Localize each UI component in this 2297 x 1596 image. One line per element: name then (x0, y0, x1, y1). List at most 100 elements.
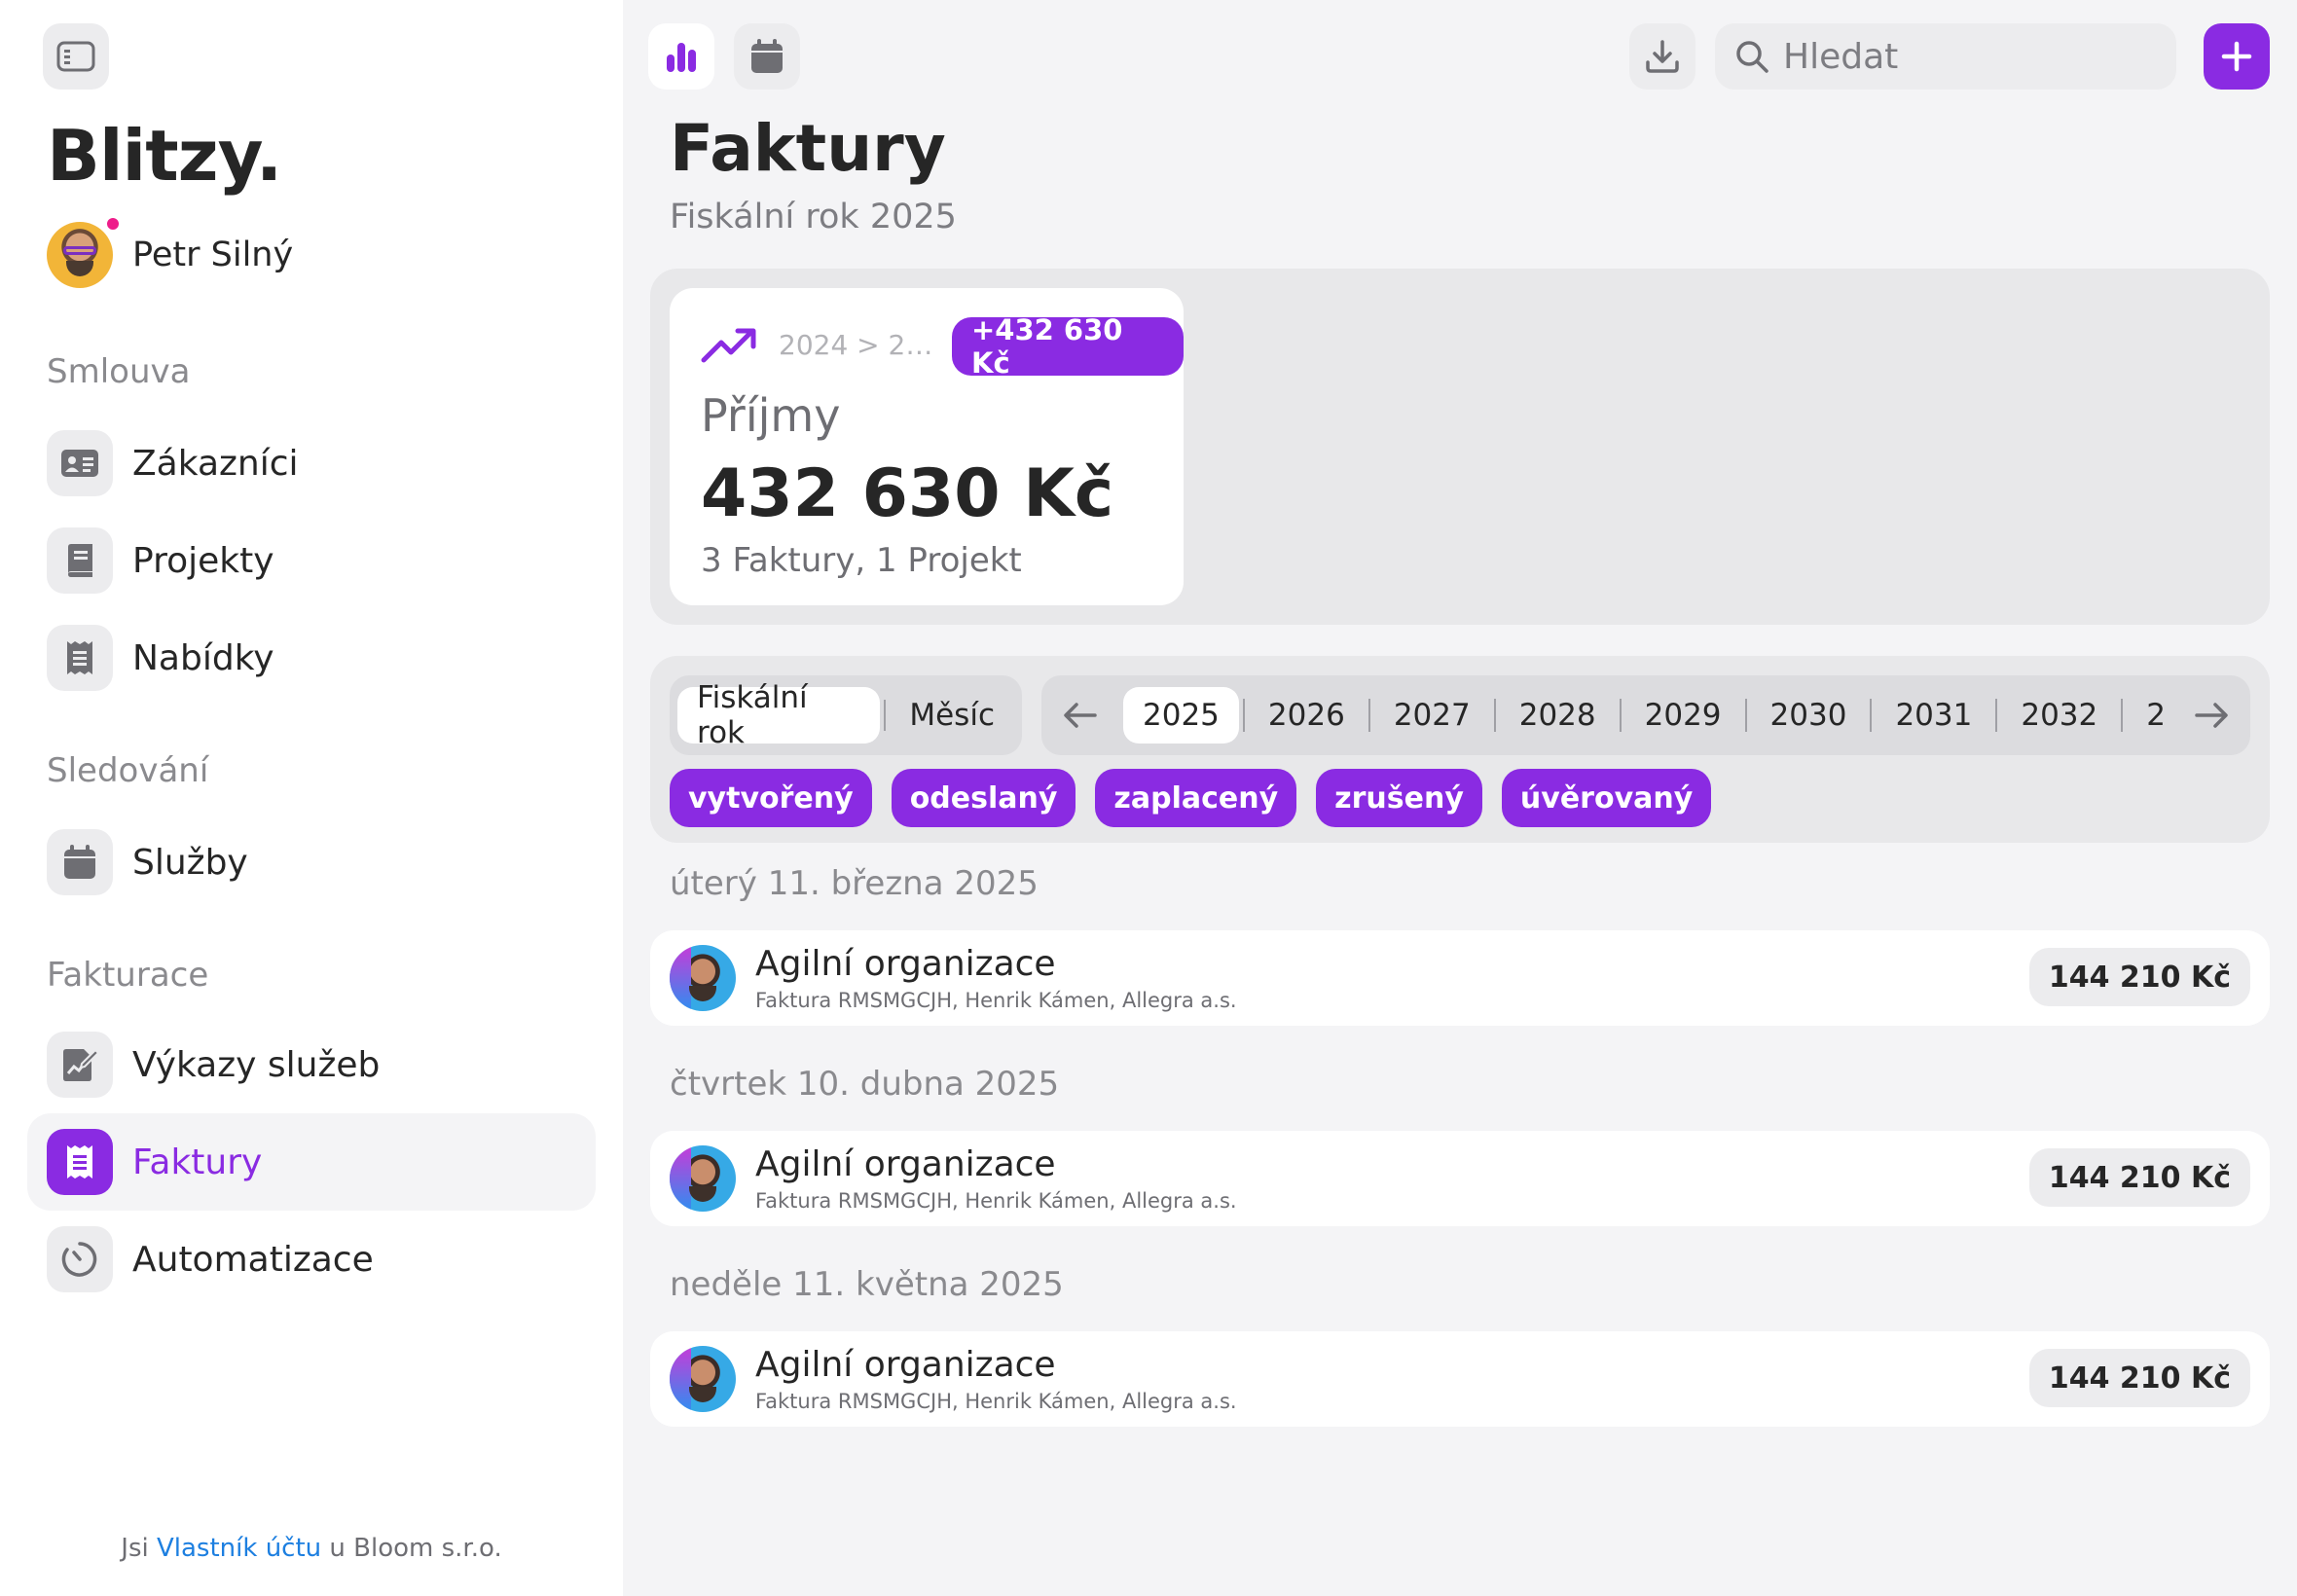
bar-chart-icon (667, 43, 696, 72)
year-option[interactable]: 2031 (1876, 687, 1991, 744)
section-title-fakturace: Fakturace (47, 956, 209, 995)
account-role-link[interactable]: Vlastník účtu (157, 1534, 321, 1563)
sidebar-item-label: Nabídky (132, 637, 274, 678)
divider (1744, 699, 1747, 732)
year-prev-button[interactable] (1063, 675, 1098, 755)
divider (1242, 699, 1245, 732)
contact-card-icon (61, 450, 98, 477)
status-filter-chips: vytvořený odeslaný zaplacený zrušený úvě… (670, 769, 1731, 827)
sidebar-item-nabidky[interactable]: Nabídky (27, 609, 596, 707)
user-profile[interactable]: Petr Silný (47, 222, 293, 288)
invoice-subtitle: Faktura RMSMGCJH, Henrik Kámen, Allegra … (755, 1189, 1237, 1213)
status-chip-zaplaceny[interactable]: zaplacený (1095, 769, 1297, 827)
date-header: úterý 11. března 2025 (670, 864, 1039, 903)
stat-value: 432 630 Kč (701, 455, 1114, 532)
period-segmented-control: Fiskální rok Měsíc (670, 675, 1022, 755)
year-option[interactable]: 2025 (1123, 687, 1239, 744)
brand-logo: Blitzy. (47, 115, 282, 197)
stats-panel: 2024 > 2… +432 630 Kč Příjmy 432 630 Kč … (650, 269, 2270, 625)
edit-report-icon (63, 1048, 99, 1081)
year-option[interactable]: 2028 (1500, 687, 1616, 744)
invoice-amount: 144 210 Kč (2028, 1148, 2250, 1207)
status-chip-uverovany[interactable]: úvěrovaný (1501, 769, 1712, 827)
sidebar-toggle-icon (56, 41, 95, 72)
sidebar-item-faktury[interactable]: Faktury (27, 1113, 596, 1211)
sidebar-item-label: Služby (132, 842, 248, 883)
revenue-card[interactable]: 2024 > 2… +432 630 Kč Příjmy 432 630 Kč … (670, 288, 1184, 605)
period-option-fiscal-year[interactable]: Fiskální rok (677, 680, 881, 750)
divider (1619, 699, 1622, 732)
arrow-right-icon (2195, 703, 2228, 728)
divider (1367, 699, 1370, 732)
status-chip-vytvoreny[interactable]: vytvořený (670, 769, 872, 827)
search-icon (1736, 41, 1768, 73)
book-icon (68, 544, 92, 577)
invoice-title: Agilní organizace (755, 944, 1056, 984)
sidebar: Blitzy. Petr Silný Smlouva Zákazníci Pro… (0, 0, 623, 1596)
trend-up-icon (701, 328, 756, 363)
search-input[interactable] (1783, 36, 2153, 77)
invoice-title: Agilní organizace (755, 1345, 1056, 1385)
year-option[interactable]: 2030 (1751, 687, 1867, 744)
section-title-smlouva: Smlouva (47, 352, 191, 391)
year-list: 2025 2026 2027 2028 2029 2030 2031 2032 … (1123, 687, 2185, 744)
invoice-title: Agilní organizace (755, 1144, 1056, 1184)
year-option[interactable]: 2 (2127, 687, 2185, 744)
comparison-period: 2024 > 2… (779, 329, 933, 361)
invoice-subtitle: Faktura RMSMGCJH, Henrik Kámen, Allegra … (755, 1390, 1237, 1413)
footer-suffix: u Bloom s.r.o. (329, 1534, 502, 1563)
growth-badge: +432 630 Kč (952, 313, 1184, 380)
avatar (670, 1346, 736, 1412)
footer-prefix: Jsi (121, 1534, 149, 1563)
invoice-icon (67, 1145, 92, 1179)
sidebar-item-projekty[interactable]: Projekty (27, 512, 596, 609)
view-stats-button[interactable] (648, 23, 714, 90)
avatar (670, 1145, 736, 1212)
sidebar-item-label: Faktury (132, 1142, 263, 1182)
stat-label: Příjmy (701, 389, 841, 442)
section-title-sledovani: Sledování (47, 751, 209, 790)
notification-dot (105, 216, 121, 232)
calendar-icon (64, 845, 95, 879)
year-option[interactable]: 2032 (2001, 687, 2117, 744)
avatar (670, 945, 736, 1011)
user-name: Petr Silný (132, 236, 294, 274)
arrow-left-icon (1064, 703, 1097, 728)
sidebar-item-label: Projekty (132, 540, 274, 581)
invoice-row[interactable]: Agilní organizace Faktura RMSMGCJH, Henr… (650, 1131, 2270, 1226)
sidebar-item-label: Automatizace (132, 1239, 374, 1280)
divider (1870, 699, 1873, 732)
divider (884, 700, 887, 731)
year-option[interactable]: 2029 (1625, 687, 1741, 744)
download-icon (1646, 40, 1679, 73)
sidebar-item-sluzby[interactable]: Služby (27, 814, 596, 911)
invoice-row[interactable]: Agilní organizace Faktura RMSMGCJH, Henr… (650, 930, 2270, 1026)
sidebar-toggle-button[interactable] (43, 23, 109, 90)
search-box[interactable] (1715, 23, 2176, 90)
add-invoice-button[interactable] (2204, 23, 2270, 90)
avatar (47, 222, 113, 288)
divider (1995, 699, 1998, 732)
status-chip-odeslany[interactable]: odeslaný (891, 769, 1076, 827)
period-option-month[interactable]: Měsíc (890, 687, 1014, 744)
page-subtitle: Fiskální rok 2025 (670, 198, 957, 236)
plus-icon (2221, 41, 2252, 72)
divider (1493, 699, 1496, 732)
invoice-subtitle: Faktura RMSMGCJH, Henrik Kámen, Allegra … (755, 989, 1237, 1012)
filter-panel: Fiskální rok Měsíc 2025 2026 2027 2028 2… (650, 656, 2270, 843)
invoice-row[interactable]: Agilní organizace Faktura RMSMGCJH, Henr… (650, 1331, 2270, 1427)
year-next-button[interactable] (2194, 675, 2229, 755)
sidebar-item-vykazy-sluzeb[interactable]: Výkazy služeb (27, 1016, 596, 1113)
year-option[interactable]: 2027 (1374, 687, 1490, 744)
view-calendar-button[interactable] (734, 23, 800, 90)
status-chip-zruseny[interactable]: zrušený (1316, 769, 1482, 827)
year-option[interactable]: 2026 (1249, 687, 1365, 744)
date-header: čtvrtek 10. dubna 2025 (670, 1065, 1060, 1104)
sidebar-item-automatizace[interactable]: Automatizace (27, 1211, 596, 1308)
date-header: neděle 11. května 2025 (670, 1265, 1064, 1304)
page-title: Faktury (670, 111, 946, 186)
invoice-amount: 144 210 Kč (2028, 1349, 2250, 1407)
sidebar-item-zakaznici[interactable]: Zákazníci (27, 415, 596, 512)
download-button[interactable] (1629, 23, 1695, 90)
sidebar-item-label: Zákazníci (132, 443, 299, 484)
